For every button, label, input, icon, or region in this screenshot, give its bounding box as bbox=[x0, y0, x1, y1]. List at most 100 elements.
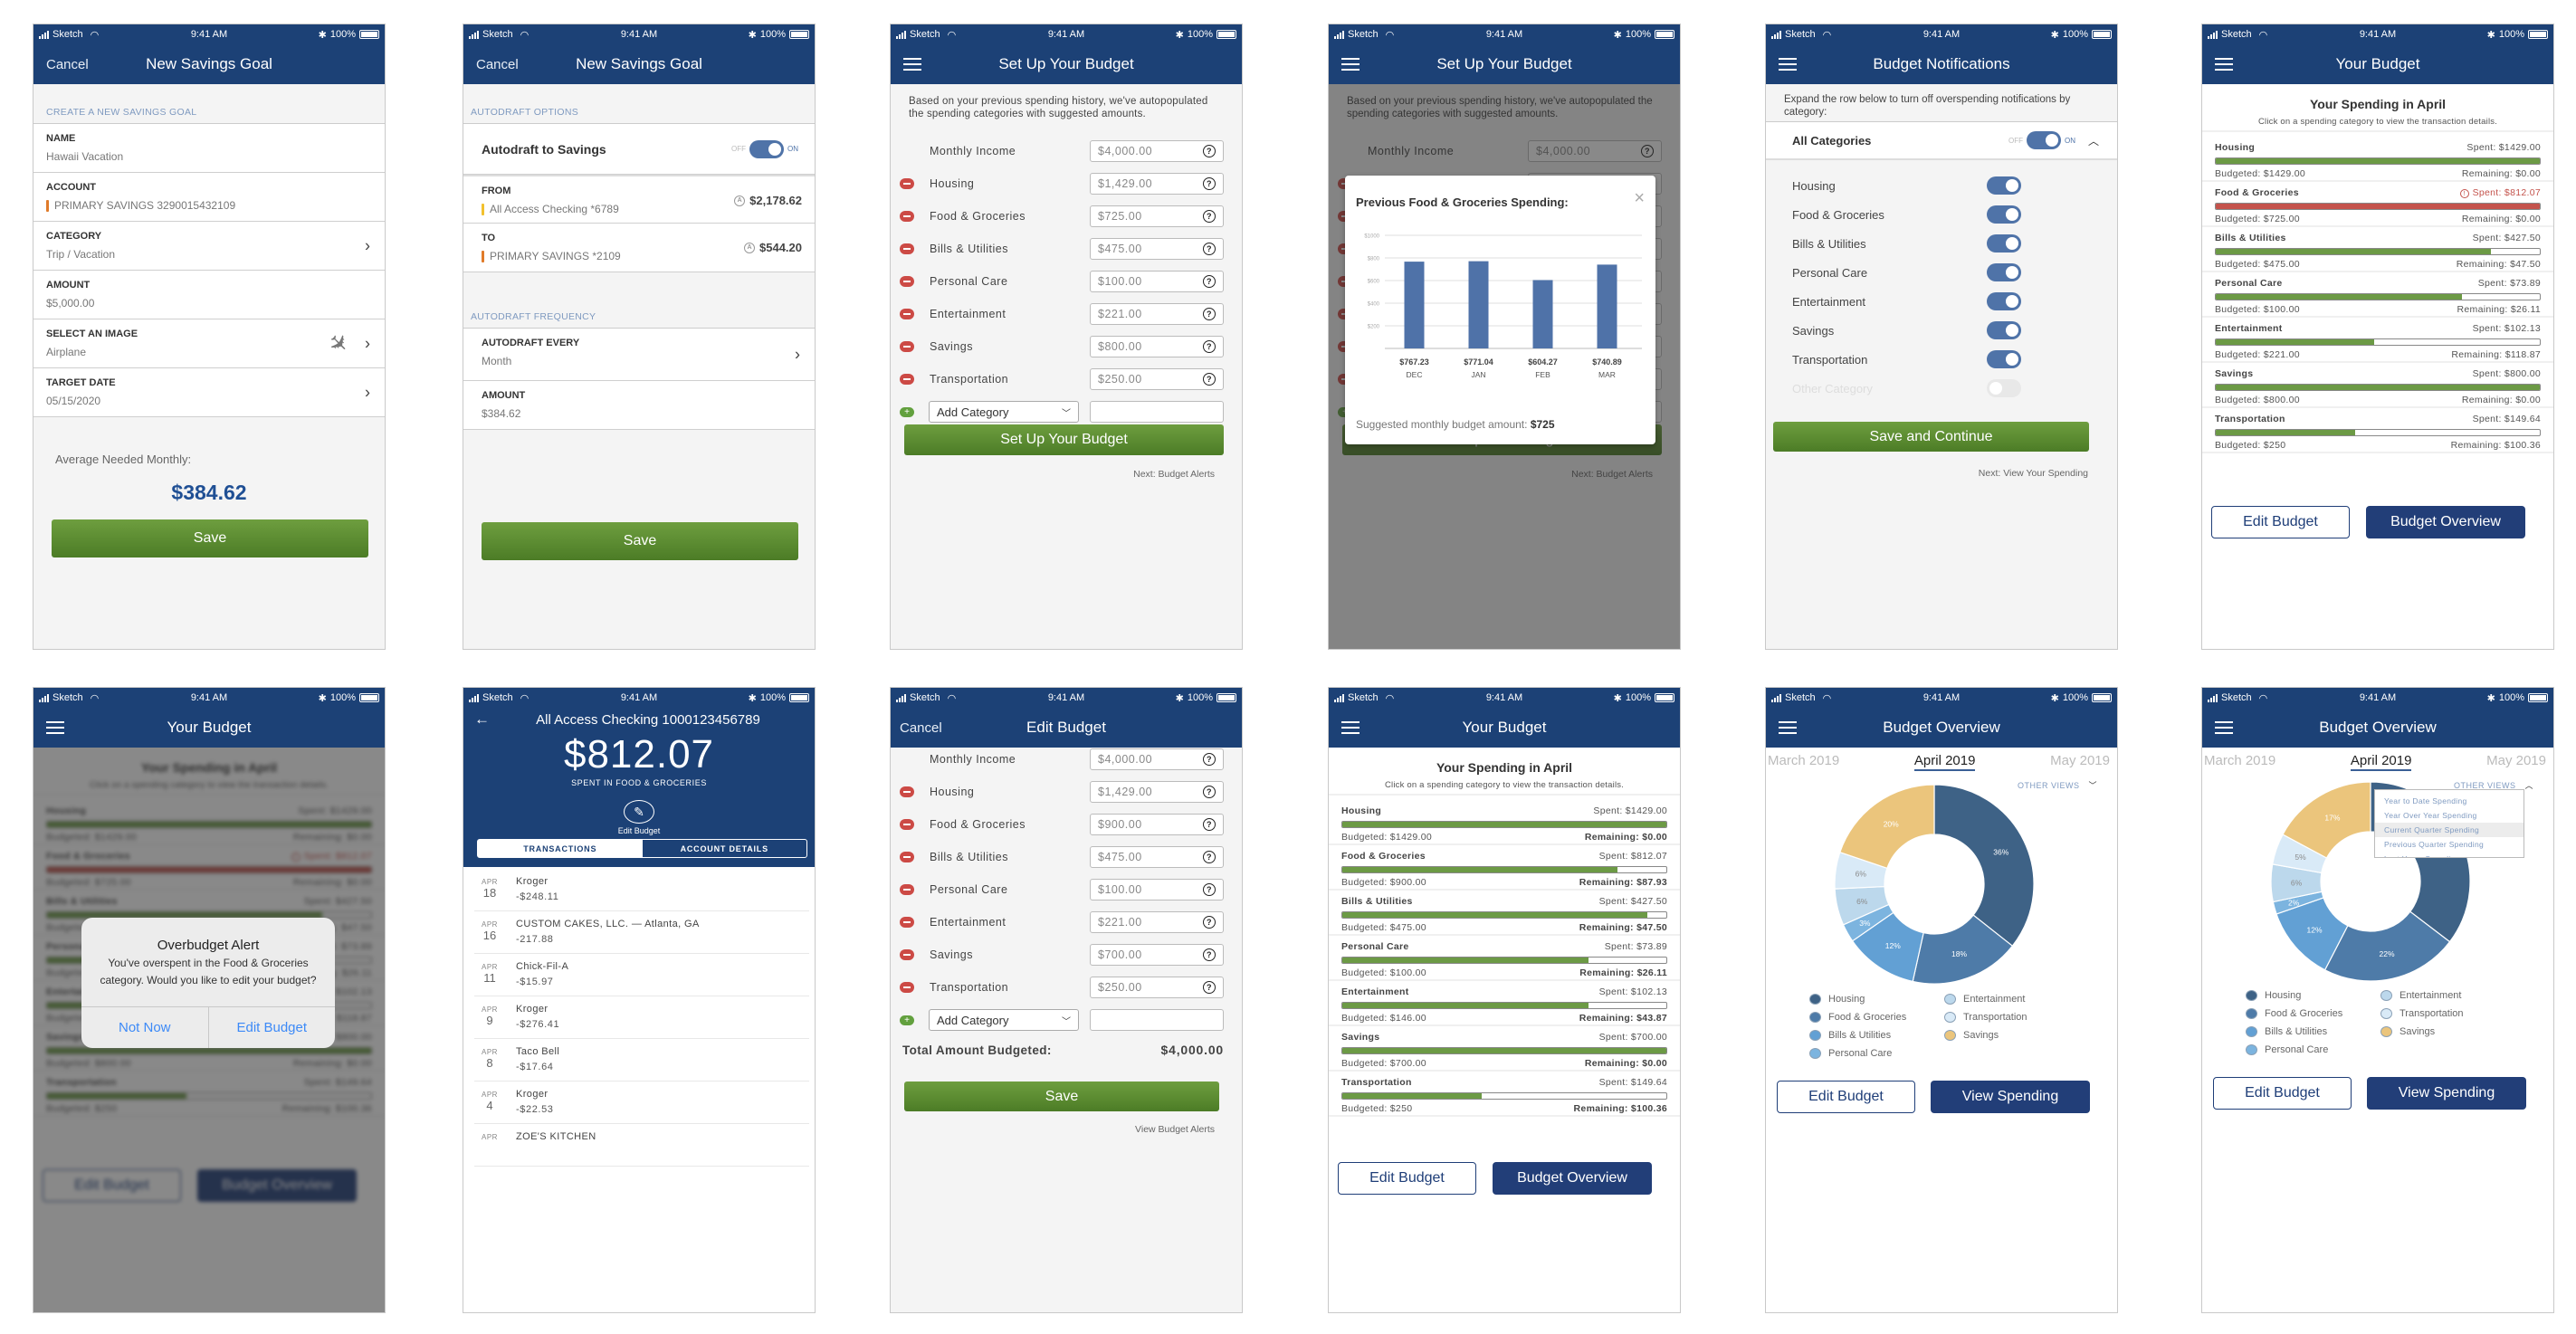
dropdown-item[interactable]: Year Over Year Spending bbox=[2375, 808, 2524, 823]
dropdown-item[interactable]: Last Years Spending bbox=[2375, 852, 2524, 857]
tab-transactions[interactable]: TRANSACTIONS bbox=[478, 840, 643, 857]
autodraft-every-row[interactable]: AUTODRAFT EVERY Month › bbox=[463, 329, 815, 381]
back-arrow-icon[interactable]: ← bbox=[474, 710, 490, 729]
transaction-row[interactable]: APR 18 Kroger -$248.11 bbox=[474, 869, 809, 911]
month-tab[interactable]: April 2019 bbox=[1913, 753, 1976, 771]
help-icon[interactable]: ? bbox=[1203, 883, 1216, 896]
close-icon[interactable]: × bbox=[1634, 188, 1645, 209]
amount-input[interactable]: $475.00? bbox=[1090, 238, 1224, 260]
spending-category-row[interactable]: Housing Spent: $1429.00 Budgeted: $1429.00… bbox=[2202, 137, 2553, 182]
field-row-select-an-image[interactable]: SELECT AN IMAGE Airplane ✈ › bbox=[33, 319, 385, 368]
amount-input[interactable]: $100.00? bbox=[1090, 271, 1224, 292]
dropdown-item[interactable]: Current Quarter Spending bbox=[2375, 823, 2524, 837]
remove-category-icon[interactable] bbox=[900, 309, 914, 319]
chevron-up-icon[interactable]: ︿ bbox=[2088, 133, 2099, 148]
spending-category-row[interactable]: Food & Groceries Spent: $812.07 Budgeted: … bbox=[1329, 845, 1680, 891]
all-categories-toggle[interactable] bbox=[2026, 131, 2061, 149]
amount-input[interactable]: $700.00? bbox=[1090, 944, 1224, 966]
help-icon[interactable]: ? bbox=[1203, 916, 1216, 929]
cancel-button[interactable]: Cancel bbox=[900, 720, 942, 736]
save-and-continue-button[interactable]: Save and Continue bbox=[1773, 422, 2089, 452]
cancel-button[interactable]: Cancel bbox=[46, 57, 89, 72]
spending-category-row[interactable]: Housing Spent: $1429.00 Budgeted: $1429.00… bbox=[1329, 800, 1680, 845]
notification-toggle[interactable] bbox=[1987, 205, 2021, 224]
help-icon[interactable]: ? bbox=[1203, 210, 1216, 223]
from-account-row[interactable]: FROM All Access Checking *6789 A $2,178.6… bbox=[463, 175, 815, 224]
amount-input[interactable]: $475.00? bbox=[1090, 846, 1224, 868]
dropdown-item[interactable]: Previous Quarter Spending bbox=[2375, 837, 2524, 852]
help-icon[interactable]: ? bbox=[1203, 753, 1216, 766]
view-spending-button[interactable]: View Spending bbox=[2367, 1077, 2526, 1110]
amount-input[interactable]: $100.00? bbox=[1090, 879, 1224, 900]
help-icon[interactable]: ? bbox=[1203, 818, 1216, 831]
budget-overview-button[interactable]: Budget Overview bbox=[1493, 1162, 1652, 1195]
add-category-select[interactable]: Add Category ﹀ bbox=[929, 401, 1079, 423]
remove-category-icon[interactable] bbox=[900, 917, 914, 928]
menu-icon[interactable] bbox=[903, 58, 921, 71]
month-tab[interactable]: March 2019 bbox=[2204, 753, 2275, 771]
help-icon[interactable]: ? bbox=[1203, 948, 1216, 961]
remove-category-icon[interactable] bbox=[900, 243, 914, 254]
transaction-row[interactable]: APR 4 Kroger -$22.53 bbox=[474, 1081, 809, 1124]
spending-category-row[interactable]: Savings Spent: $700.00 Budgeted: $700.00 Re… bbox=[1329, 1026, 1680, 1072]
amount-input[interactable]: $250.00? bbox=[1090, 977, 1224, 998]
help-icon[interactable]: ? bbox=[1203, 243, 1216, 255]
amount-row[interactable]: AMOUNT $384.62 bbox=[463, 381, 815, 430]
edit-budget-label[interactable]: Edit Budget bbox=[463, 826, 815, 835]
transaction-row[interactable]: APR 9 Kroger -$276.41 bbox=[474, 996, 809, 1039]
edit-budget-button[interactable]: Edit Budget bbox=[2211, 506, 2350, 538]
remove-category-icon[interactable] bbox=[900, 276, 914, 287]
edit-budget-button[interactable]: Edit Budget bbox=[2213, 1077, 2352, 1110]
notification-toggle[interactable] bbox=[1987, 292, 2021, 310]
spending-category-row[interactable]: Food & Groceries!Spent: $812.07Budgeted:… bbox=[2202, 182, 2553, 227]
help-icon[interactable]: ? bbox=[1203, 177, 1216, 190]
menu-icon[interactable] bbox=[1341, 58, 1360, 71]
remove-category-icon[interactable] bbox=[900, 819, 914, 830]
menu-icon[interactable] bbox=[1779, 721, 1797, 734]
field-row-target-date[interactable]: TARGET DATE 05/15/2020 › bbox=[33, 368, 385, 417]
amount-input[interactable]: $4,000.00? bbox=[1090, 748, 1224, 770]
amount-input[interactable]: $1,429.00? bbox=[1090, 781, 1224, 803]
not-now-button[interactable]: Not Now bbox=[81, 1007, 209, 1048]
amount-input[interactable]: $4,000.00? bbox=[1090, 140, 1224, 162]
notification-toggle[interactable] bbox=[1987, 263, 2021, 281]
remove-category-icon[interactable] bbox=[900, 211, 914, 222]
amount-input[interactable]: $725.00? bbox=[1090, 205, 1224, 227]
add-category-icon[interactable]: + bbox=[900, 1015, 914, 1025]
menu-icon[interactable] bbox=[1341, 721, 1360, 734]
notification-toggle[interactable] bbox=[1987, 321, 2021, 339]
next-budget-alerts-link[interactable]: Next: Budget Alerts bbox=[1133, 469, 1215, 480]
add-category-icon[interactable]: + bbox=[900, 406, 914, 417]
to-account-row[interactable]: TO PRIMARY SAVINGS *2109 A $544.20 bbox=[463, 224, 815, 272]
notification-toggle[interactable] bbox=[1987, 234, 2021, 253]
save-button[interactable]: Save bbox=[52, 519, 368, 557]
help-icon[interactable]: ? bbox=[1203, 145, 1216, 157]
remove-category-icon[interactable] bbox=[900, 982, 914, 993]
help-icon[interactable]: ? bbox=[1203, 786, 1216, 798]
field-row-category[interactable]: CATEGORY Trip / Vacation › bbox=[33, 222, 385, 271]
edit-budget-button[interactable]: Edit Budget bbox=[1338, 1162, 1476, 1195]
spending-category-row[interactable]: Entertainment Spent: $102.13 Budgeted: $14… bbox=[1329, 981, 1680, 1026]
spending-category-row[interactable]: Transportation Spent: $149.64 Budgeted: $2… bbox=[1329, 1072, 1680, 1117]
menu-icon[interactable] bbox=[46, 721, 64, 734]
save-button[interactable]: Save bbox=[904, 1081, 1219, 1111]
set-up-budget-button[interactable]: Set Up Your Budget bbox=[904, 424, 1224, 455]
help-icon[interactable]: ? bbox=[1203, 981, 1216, 994]
menu-icon[interactable] bbox=[2215, 721, 2233, 734]
remove-category-icon[interactable] bbox=[900, 949, 914, 960]
spending-category-row[interactable]: Entertainment Spent: $102.13 Budgeted: $22… bbox=[2202, 318, 2553, 363]
help-icon[interactable]: ? bbox=[1203, 373, 1216, 386]
dropdown-item[interactable]: Year to Date Spending bbox=[2375, 794, 2524, 808]
new-category-amount-input[interactable] bbox=[1090, 1009, 1224, 1031]
autodraft-toggle[interactable] bbox=[749, 139, 784, 158]
view-budget-alerts-link[interactable]: View Budget Alerts bbox=[1135, 1124, 1215, 1135]
remove-category-icon[interactable] bbox=[900, 884, 914, 895]
spending-category-row[interactable]: Bills & Utilities Spent: $427.50 Budgeted:… bbox=[1329, 891, 1680, 936]
remove-category-icon[interactable] bbox=[900, 374, 914, 385]
menu-icon[interactable] bbox=[2215, 58, 2233, 71]
amount-input[interactable]: $250.00? bbox=[1090, 368, 1224, 390]
next-view-spending-link[interactable]: Next: View Your Spending bbox=[1979, 468, 2088, 479]
remove-category-icon[interactable] bbox=[900, 852, 914, 862]
edit-budget-button[interactable]: Edit Budget bbox=[1777, 1081, 1915, 1113]
help-icon[interactable]: ? bbox=[1203, 275, 1216, 288]
